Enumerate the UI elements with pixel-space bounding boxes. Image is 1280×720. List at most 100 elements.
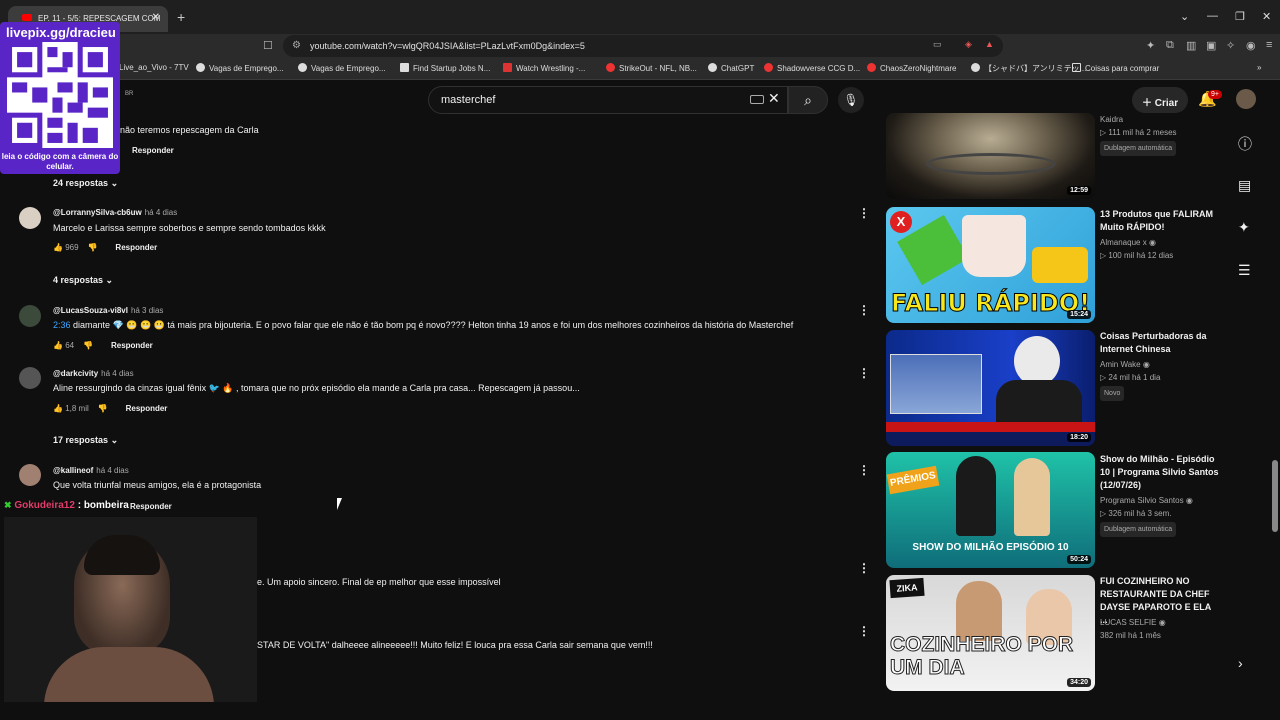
show-replies-button[interactable]: 4 respostas ⌄ (53, 275, 113, 286)
comment-menu-icon[interactable]: ⋮ (858, 463, 870, 477)
comment-time[interactable]: há 4 dias (101, 369, 133, 378)
reply-button[interactable]: Responder (115, 243, 157, 252)
sidebar-icon[interactable]: ▥ (1186, 39, 1196, 52)
video-meta: ▷ 24 mil há 1 dia (1100, 373, 1161, 382)
alert-icon[interactable]: ▲ (985, 39, 994, 49)
video-channel[interactable]: Almanaque x ◉ (1100, 236, 1156, 249)
ai-icon[interactable]: ✧ (1226, 39, 1235, 52)
show-replies-button[interactable]: 24 respostas ⌄ (53, 178, 118, 189)
show-replies-button[interactable]: 17 respostas ⌄ (53, 435, 118, 446)
comment-author[interactable]: @LorrannySilva-cb6uw (53, 208, 142, 217)
dislike-icon[interactable]: 👎 (87, 243, 97, 252)
reply-button[interactable]: Responder (132, 146, 174, 155)
like-icon[interactable]: 👍 (53, 243, 63, 252)
bookmark-item[interactable]: Find Startup Jobs N... (400, 63, 490, 73)
commenter-avatar[interactable] (19, 207, 41, 229)
dislike-icon[interactable]: 👎 (98, 404, 108, 413)
bookmark-item[interactable]: Watch Wrestling -... (503, 63, 585, 73)
tab-close-icon[interactable]: ✕ (152, 12, 160, 23)
clear-search-icon[interactable]: ✕ (768, 90, 780, 107)
search-button[interactable]: ⌕ (788, 86, 828, 114)
reply-button[interactable]: Responder (111, 341, 153, 350)
bookmark-folder[interactable]: Coisas para comprar (1072, 63, 1159, 73)
bookmark-item[interactable]: ChatGPT (708, 63, 754, 73)
video-thumbnail[interactable]: 12:59 (886, 113, 1095, 199)
comment-menu-icon[interactable]: ⋮ (858, 206, 870, 220)
news-ticker-bottom (886, 432, 1095, 446)
bookmark-item[interactable]: Vagas de Emprego... (196, 63, 284, 73)
minimize-button[interactable]: — (1207, 10, 1218, 22)
url-bar[interactable]: ⚙ youtube.com/watch?v=wlgQR04JSIA&list=P… (283, 35, 1003, 57)
bookmark-item[interactable]: Vagas de Emprego... (298, 63, 386, 73)
playlist-icon[interactable]: ☰ (1238, 262, 1251, 279)
voice-search-button[interactable]: 🎙 (838, 87, 864, 113)
video-title[interactable]: Coisas Perturbadoras da Internet Chinesa (1100, 330, 1220, 356)
comment-time[interactable]: há 3 dias (131, 306, 163, 315)
window-close-button[interactable]: ✕ (1262, 10, 1271, 23)
search-input[interactable]: masterchef (428, 86, 788, 114)
dislike-icon[interactable]: 👎 (83, 341, 93, 350)
comment-author[interactable]: @darkcivity (53, 369, 98, 378)
video-channel[interactable]: Amin Wake ◉ (1100, 358, 1150, 371)
new-tab-button[interactable]: + (177, 9, 185, 25)
comment-menu-icon[interactable]: ⋮ (858, 624, 870, 638)
comments-icon[interactable]: ▤ (1238, 177, 1251, 194)
ask-ai-sparkle-icon[interactable]: ✦ (1238, 219, 1250, 236)
thumbnail-overlay-text: COZINHEIRO POR UM DIA (890, 633, 1074, 680)
like-icon[interactable]: 👍 (53, 404, 63, 413)
bookmark-favicon-icon (971, 63, 980, 72)
reply-button[interactable]: Responder (130, 502, 172, 511)
comment-menu-icon[interactable]: ⋮ (858, 303, 870, 317)
bookmark-item[interactable]: ChaosZeroNightmare (867, 63, 956, 73)
bookmark-item[interactable]: 【シャドバ】アンリミテッ... (971, 63, 1086, 74)
brave-shield-icon[interactable]: ◈ (965, 39, 972, 50)
create-button[interactable]: ＋ Criar (1132, 87, 1188, 113)
video-channel[interactable]: LUCAS SELFIE ◉ (1100, 616, 1166, 629)
wallet-icon[interactable]: ▣ (1206, 39, 1216, 52)
comment-time[interactable]: há 4 dias (96, 466, 128, 475)
keyboard-icon[interactable] (750, 95, 764, 104)
commenter-avatar[interactable] (19, 305, 41, 327)
bookmark-star-icon[interactable]: ☐ (263, 39, 273, 52)
account-avatar[interactable] (1236, 89, 1256, 109)
video-thumbnail[interactable]: 18:20 (886, 330, 1095, 446)
extension-2-icon[interactable]: ⧉ (1166, 39, 1174, 52)
tab-search-icon[interactable]: ⌄ (1180, 10, 1189, 23)
commenter-avatar[interactable] (19, 464, 41, 486)
comment-actions: 👍 969 👎 Responder (53, 243, 157, 252)
menu-icon[interactable]: ≡ (1266, 39, 1272, 51)
scrollbar-thumb[interactable] (1272, 460, 1278, 532)
video-thumbnail[interactable]: PRÊMIOS SHOW DO MILHÃO EPISÓDIO 10 50:24 (886, 452, 1095, 568)
video-channel[interactable]: Programa Silvio Santos ◉ (1100, 494, 1193, 507)
comment-actions: 👍 64 👎 Responder (53, 341, 153, 350)
comment-author[interactable]: @kallineof (53, 466, 93, 475)
site-info-icon[interactable]: ⚙ (292, 40, 301, 51)
video-title[interactable]: 13 Produtos que FALIRAM Muito RÁPIDO! (1100, 208, 1220, 234)
maximize-button[interactable]: ❐ (1235, 10, 1245, 23)
bookmark-item[interactable]: Shadowverse CCG D... (764, 63, 860, 73)
video-title[interactable]: Show do Milhão - Episódio 10 | Programa … (1100, 453, 1220, 492)
install-app-icon[interactable]: ▭ (933, 39, 942, 50)
stream-chat-message: ✖ Gokudeira12 : bombeira (4, 500, 129, 511)
x-mark-icon: X (890, 211, 912, 233)
vpn-icon[interactable]: ◉ (1246, 39, 1256, 52)
timestamp-link[interactable]: 2:36 (53, 320, 71, 330)
comment-author[interactable]: @LucasSouza-vi8vl (53, 306, 128, 315)
reply-button[interactable]: Responder (126, 404, 168, 413)
video-channel[interactable]: Kaidra (1100, 113, 1123, 126)
video-thumbnail[interactable]: X FALIU RÁPIDO! 15:24 (886, 207, 1095, 323)
info-icon[interactable]: ⓘ (1238, 134, 1252, 154)
comment-menu-icon[interactable]: ⋮ (858, 561, 870, 575)
like-icon[interactable]: 👍 (53, 341, 63, 350)
comment-time[interactable]: há 4 dias (145, 208, 177, 217)
bookmark-item[interactable]: StrikeOut - NFL, NB... (606, 63, 697, 73)
comment-menu-icon[interactable]: ⋮ (858, 366, 870, 380)
video-thumbnail[interactable]: ZIKA COZINHEIRO POR UM DIA 34:20 (886, 575, 1095, 691)
bookmark-item[interactable]: Live_ao_Vivo - 7TV (119, 63, 189, 72)
chevron-down-icon: ⌄ (110, 435, 119, 445)
extension-puzzle-icon[interactable]: ✦ (1146, 39, 1155, 52)
chevron-right-icon[interactable]: › (1238, 655, 1243, 671)
bookmarks-overflow-icon[interactable]: » (1257, 63, 1261, 72)
commenter-avatar[interactable] (19, 367, 41, 389)
channel-logo: ZIKA (889, 577, 925, 599)
